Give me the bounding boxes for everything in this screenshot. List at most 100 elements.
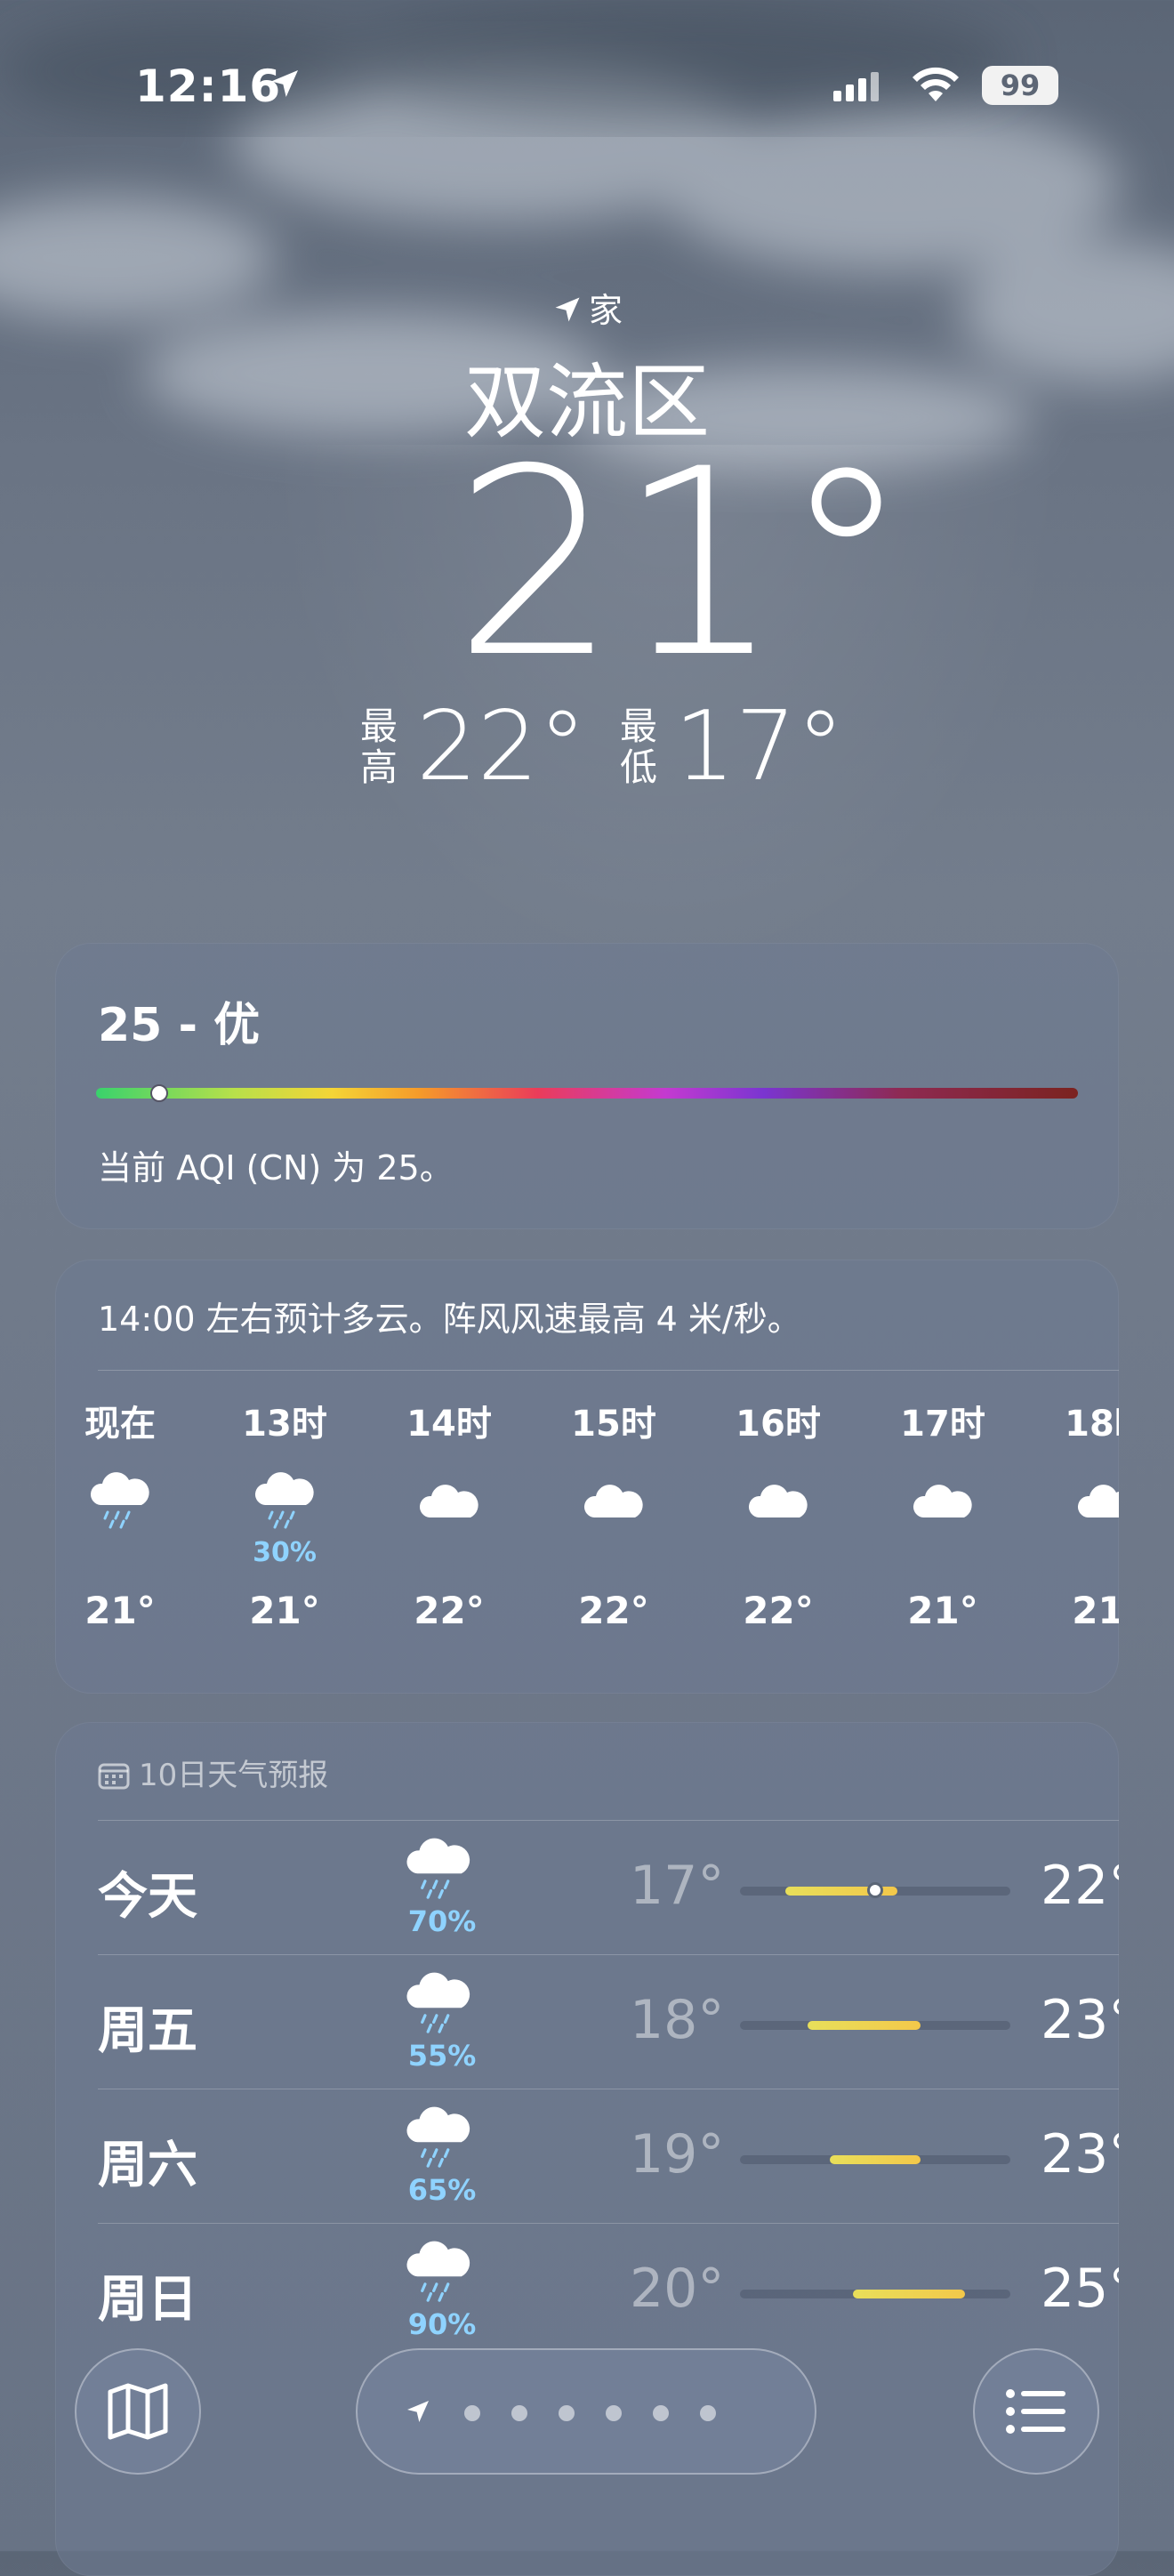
hour-weather: [1041, 1478, 1119, 1567]
hourly-summary: 14:00 左右预计多云。阵风风速最高 4 米/秒。: [98, 1300, 801, 1339]
hourly-item: 15时 22°: [547, 1402, 680, 1632]
day-weather: [400, 1971, 489, 2042]
temperature-range-bar: [740, 1882, 1010, 1898]
rain-cloud-icon: [406, 1838, 470, 1899]
hour-label: 15时: [571, 1404, 656, 1445]
hour-temperature: 21°: [249, 1589, 320, 1632]
hour-temperature: 21°: [907, 1589, 978, 1632]
current-temperature-marker: [867, 1882, 883, 1898]
city-list-button[interactable]: [973, 2348, 1099, 2475]
hour-temperature: 22°: [743, 1589, 814, 1632]
divider: [98, 1370, 1119, 1371]
hour-weather: 30%: [218, 1472, 351, 1568]
hourly-item: 现在 21°: [55, 1402, 187, 1632]
cloud-icon: [1078, 1485, 1119, 1517]
page-dot[interactable]: [511, 2405, 527, 2421]
hour-temperature: 21°: [1072, 1589, 1119, 1632]
day-name: 周日: [98, 2271, 197, 2329]
high-low-row: 最高 22° 最低 17°: [0, 694, 1174, 801]
page-indicator[interactable]: [356, 2348, 816, 2475]
day-weather: [400, 2105, 489, 2177]
hour-temperature: 22°: [414, 1589, 485, 1632]
low-temperature: 17°: [630, 1855, 725, 1917]
daily-header: 10日天气预报: [98, 1751, 328, 1794]
day-name: 今天: [98, 1868, 197, 1926]
temperature-range-bar: [740, 2290, 1010, 2298]
daily-row[interactable]: 周五 55% 18° 23°: [98, 1954, 1119, 2089]
rain-cloud-icon: [406, 2106, 470, 2168]
rain-cloud-icon: [254, 1472, 314, 1529]
wifi-icon: [913, 67, 959, 101]
page-dot[interactable]: [606, 2405, 622, 2421]
precip-probability: 70%: [407, 1904, 477, 1938]
hour-label: 现在: [84, 1404, 156, 1445]
aqi-title: 25 - 优: [98, 999, 261, 1052]
calendar-icon: [98, 1763, 130, 1790]
location-arrow-icon: [271, 70, 298, 97]
hour-label: 18时: [1065, 1404, 1119, 1445]
rain-cloud-icon: [90, 1472, 149, 1529]
temperature-range-fill: [852, 2290, 966, 2298]
high-temperature: 23°: [1041, 2123, 1119, 2186]
cellular-signal-icon: [833, 72, 879, 101]
high-label: 最高: [360, 704, 398, 789]
current-temperature: 21°: [454, 415, 912, 714]
day-name: 周六: [98, 2137, 197, 2194]
page-dot[interactable]: [464, 2405, 480, 2421]
hour-weather: [382, 1478, 516, 1567]
daily-title: 10日天气预报: [139, 1758, 329, 1793]
hour-label: 14时: [406, 1404, 492, 1445]
temperature-range-fill: [830, 2155, 921, 2164]
page-dot[interactable]: [653, 2405, 669, 2421]
list-icon: [1006, 2389, 1065, 2434]
low-temperature: 19°: [630, 2123, 725, 2186]
hourly-item: 13时 30% 21°: [218, 1402, 351, 1632]
map-button[interactable]: [75, 2348, 201, 2475]
cloud-icon: [583, 1485, 643, 1517]
hour-temperature: 21°: [84, 1589, 156, 1632]
page-dot[interactable]: [559, 2405, 575, 2421]
status-bar: 12:16 99: [0, 53, 1174, 116]
low-label: 最低: [620, 704, 658, 789]
hourly-item: 18时 21°: [1041, 1402, 1119, 1632]
hour-weather: [712, 1478, 845, 1567]
hourly-item: 16时 22°: [712, 1402, 845, 1632]
low-temperature: 18°: [630, 1989, 725, 2051]
hour-weather: [876, 1478, 1009, 1567]
cloud-icon: [748, 1485, 808, 1517]
day-weather: [400, 1837, 489, 1908]
location-label-row: 家: [0, 283, 1174, 332]
precip-probability: 30%: [253, 1537, 317, 1568]
temperature-range-bar: [740, 2155, 1010, 2164]
location-arrow-icon: [555, 297, 580, 322]
daily-row[interactable]: 今天 70% 17° 22°: [98, 1820, 1119, 1954]
aqi-card[interactable]: 25 - 优 当前 AQI (CN) 为 25。: [55, 943, 1119, 1229]
precip-probability: 90%: [407, 2307, 477, 2341]
high-temperature: 23°: [1041, 1989, 1119, 2051]
precip-probability: 65%: [407, 2173, 477, 2207]
low-temperature: 17°: [674, 691, 845, 802]
hour-weather: [55, 1472, 187, 1567]
hour-label: 17时: [900, 1404, 985, 1445]
hourly-forecast-card[interactable]: 14:00 左右预计多云。阵风风速最高 4 米/秒。 现在 21° 13时 30% 21…: [55, 1260, 1119, 1694]
day-weather: [400, 2240, 489, 2311]
status-time: 12:16: [135, 60, 282, 112]
rain-cloud-icon: [406, 2241, 470, 2302]
daily-row[interactable]: 周日 90% 20° 25°: [98, 2223, 1119, 2357]
location-arrow-icon: [407, 2401, 429, 2422]
temperature-range-bar: [740, 2021, 1010, 2030]
hourly-item: 17时 21°: [876, 1402, 1009, 1632]
precip-probability: 55%: [407, 2039, 477, 2073]
day-name: 周五: [98, 2002, 197, 2060]
temperature-range-fill: [808, 2021, 921, 2030]
daily-row[interactable]: 周六 65% 19° 23°: [98, 2089, 1119, 2223]
aqi-description: 当前 AQI (CN) 为 25。: [98, 1148, 454, 1187]
aqi-indicator: [150, 1084, 168, 1102]
high-temperature: 22°: [416, 691, 587, 802]
hour-label: 13时: [242, 1404, 327, 1445]
low-temperature: 20°: [630, 2258, 725, 2320]
map-icon: [108, 2383, 168, 2440]
aqi-scale-bar: [96, 1088, 1078, 1099]
location-label: 家: [588, 291, 623, 330]
page-dot[interactable]: [700, 2405, 716, 2421]
